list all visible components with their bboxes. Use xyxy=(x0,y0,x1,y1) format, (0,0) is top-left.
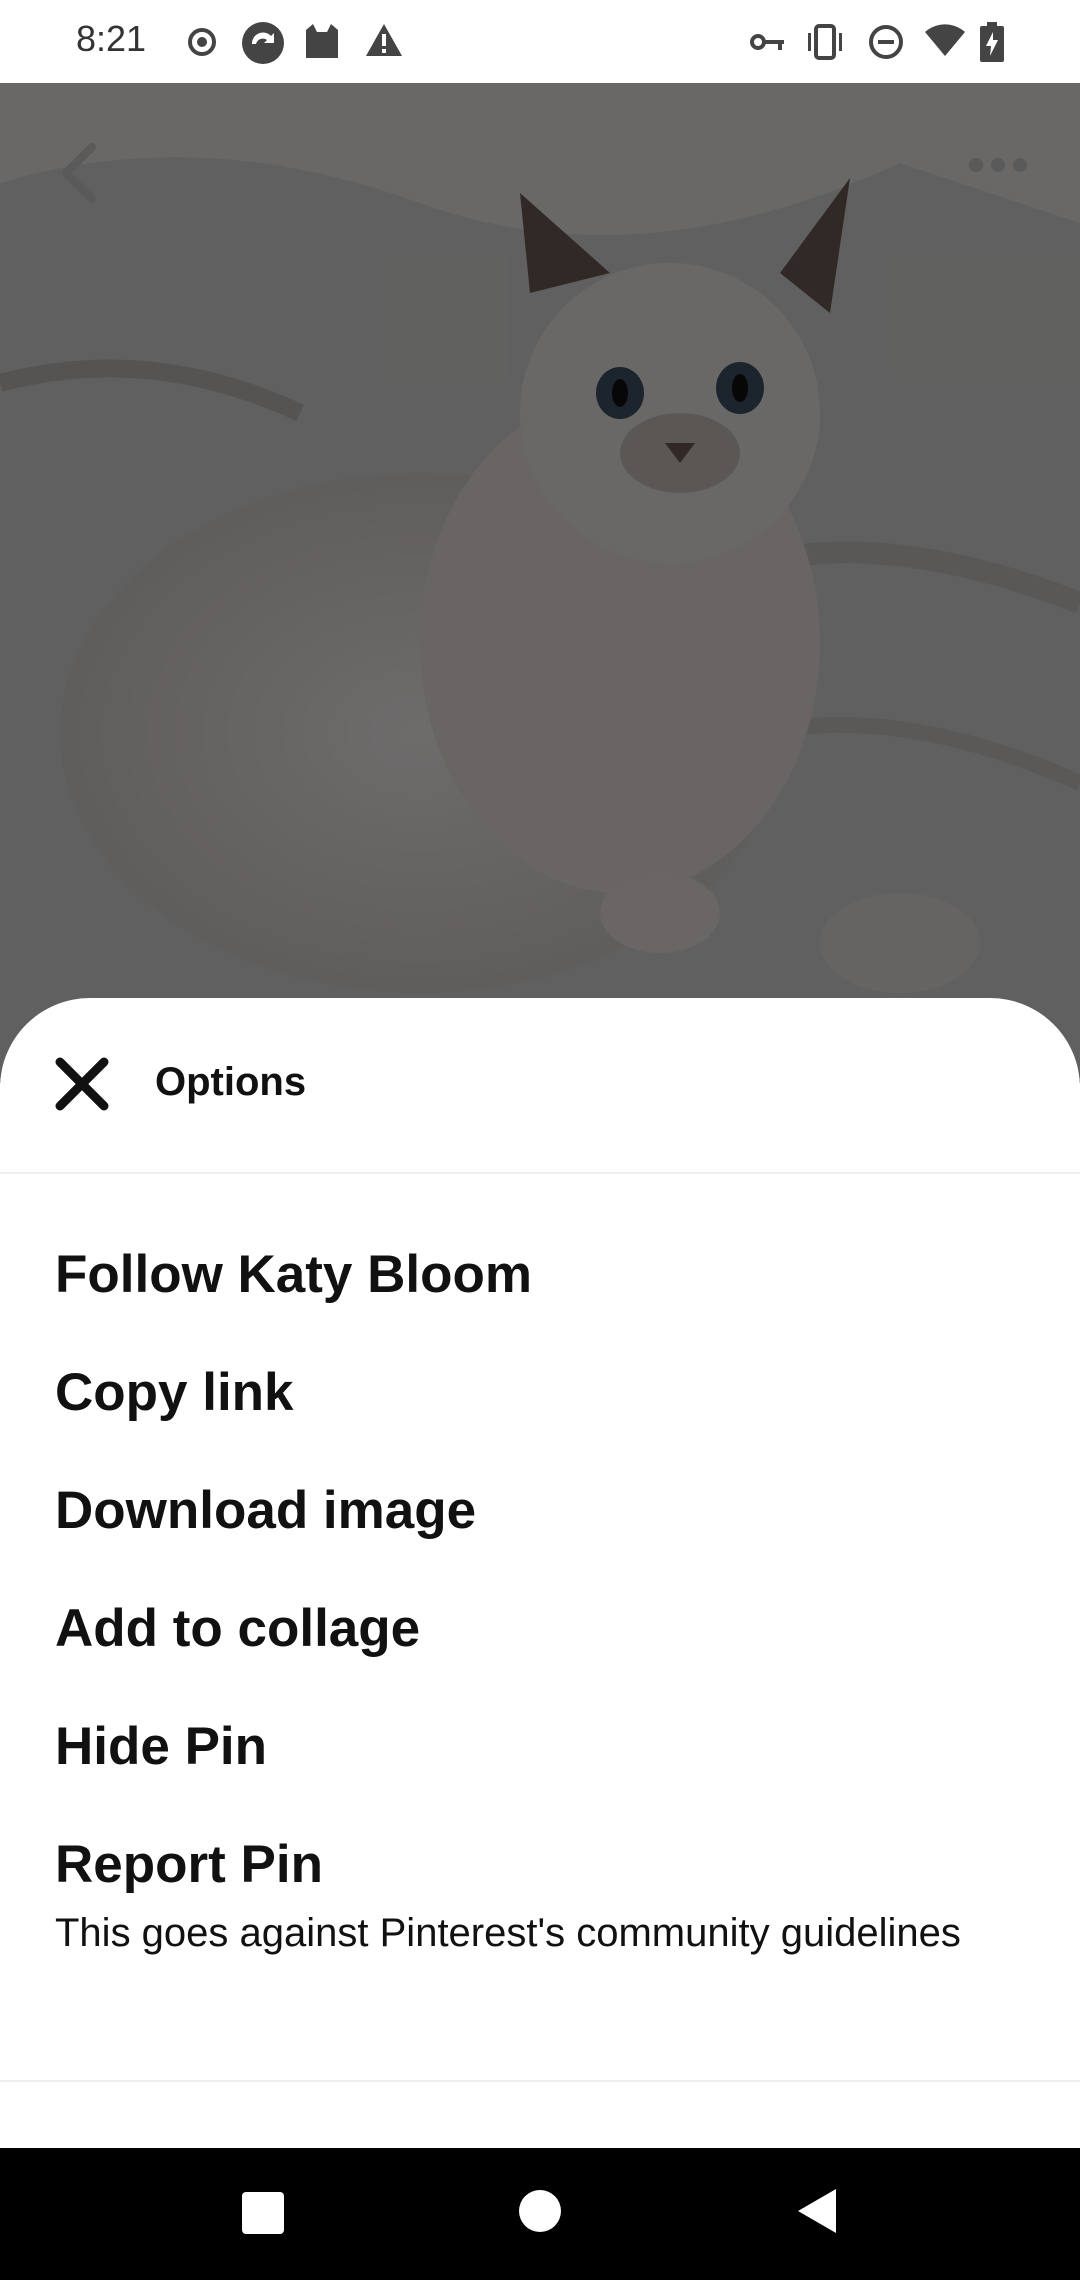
option-label: Download image xyxy=(55,1481,477,1540)
follow-user-option[interactable]: Follow Katy Bloom xyxy=(55,1243,1035,1307)
vibrate-icon xyxy=(808,24,842,60)
status-bar: 8:21 xyxy=(0,0,1080,83)
divider xyxy=(0,2080,1080,2082)
status-time: 8:21 xyxy=(76,18,147,59)
scrim-overlay xyxy=(0,83,1080,1083)
sync-icon xyxy=(242,22,284,64)
add-to-collage-option[interactable]: Add to collage xyxy=(55,1597,1035,1661)
android-nav-bar xyxy=(0,2148,1080,2280)
options-sheet: Options Follow Katy Bloom Copy link Down… xyxy=(0,998,1080,2148)
sheet-header: Options xyxy=(0,998,1080,1174)
recents-square-icon[interactable] xyxy=(238,2188,288,2238)
do-not-disturb-icon xyxy=(869,25,903,59)
close-icon[interactable] xyxy=(54,1056,110,1112)
report-pin-option[interactable]: Report Pin This goes against Pinterest's… xyxy=(55,1833,1035,1959)
option-label: Follow Katy Bloom xyxy=(55,1245,532,1304)
option-label: Copy link xyxy=(55,1363,294,1422)
more-horizontal-icon[interactable] xyxy=(968,153,1028,177)
sheet-title: Options xyxy=(155,1060,307,1104)
chevron-left-icon[interactable] xyxy=(58,143,98,203)
key-icon xyxy=(750,34,784,50)
record-icon xyxy=(188,28,216,56)
copy-link-option[interactable]: Copy link xyxy=(55,1361,1035,1425)
option-sublabel: This goes against Pinterest's community … xyxy=(55,1911,961,1955)
home-circle-icon[interactable] xyxy=(515,2186,565,2236)
wifi-icon xyxy=(925,24,965,56)
back-triangle-icon[interactable] xyxy=(792,2186,842,2236)
cat-app-icon xyxy=(306,24,338,58)
option-label: Report Pin xyxy=(55,1835,323,1894)
warning-icon xyxy=(366,24,402,56)
download-image-option[interactable]: Download image xyxy=(55,1479,1035,1543)
hide-pin-option[interactable]: Hide Pin xyxy=(55,1715,1035,1779)
option-label: Add to collage xyxy=(55,1599,421,1658)
battery-charging-icon xyxy=(980,22,1004,62)
option-label: Hide Pin xyxy=(55,1717,268,1776)
pin-image xyxy=(0,83,1080,1083)
